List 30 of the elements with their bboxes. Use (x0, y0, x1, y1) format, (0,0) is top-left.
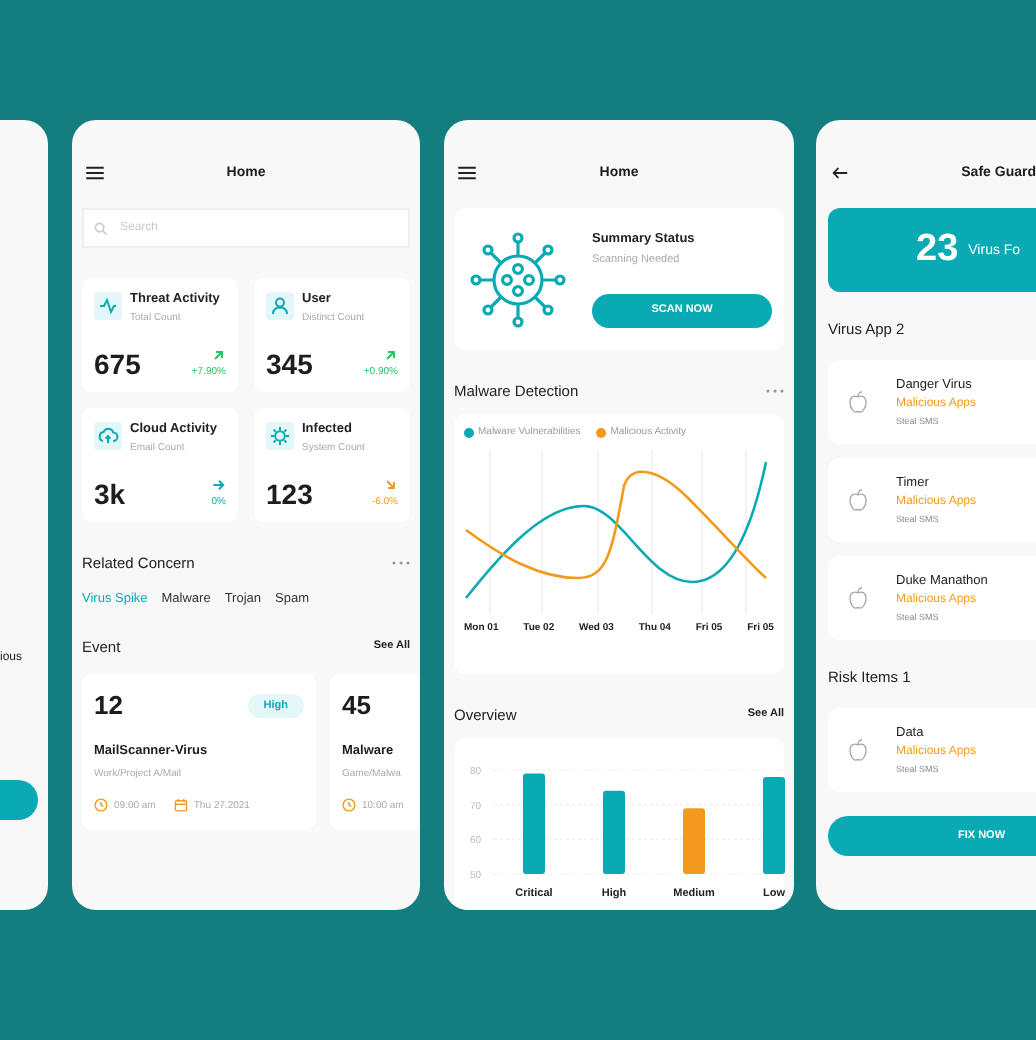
trend-arrow-icon (212, 348, 226, 362)
apple-icon (848, 390, 868, 414)
stat-value: 675 (94, 350, 141, 378)
apple-icon (848, 738, 868, 762)
apple-icon (848, 586, 868, 610)
back-arrow-icon[interactable] (832, 165, 848, 179)
menu-icon[interactable] (458, 165, 476, 179)
stat-value: 345 (266, 350, 313, 378)
stat-value: 3k (94, 480, 126, 508)
clock-icon (342, 798, 356, 812)
trend-arrow-icon (212, 478, 226, 492)
apple-icon (848, 488, 868, 512)
trend-arrow-icon (384, 478, 398, 492)
trend-arrow-icon (384, 348, 398, 362)
virus-icon (468, 229, 568, 329)
virus-count: 23 (916, 228, 959, 272)
action-button[interactable] (0, 780, 38, 820)
event-count: 12 (94, 690, 123, 720)
stat-icon (266, 422, 294, 450)
more-icon[interactable] (766, 387, 784, 393)
more-icon[interactable] (392, 559, 410, 565)
stat-value: 123 (266, 480, 313, 508)
stat-icon (94, 292, 122, 320)
stat-icon (94, 422, 122, 450)
event-count: 45 (342, 690, 371, 720)
search-icon (94, 222, 108, 236)
clock-icon (94, 798, 108, 812)
stat-icon (266, 292, 294, 320)
calendar-icon (173, 798, 188, 812)
menu-icon[interactable] (86, 165, 104, 179)
